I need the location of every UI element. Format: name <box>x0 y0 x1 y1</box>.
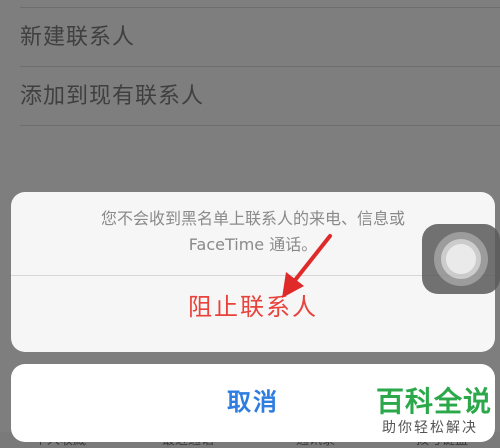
add-to-existing-contact-option[interactable]: 添加到现有联系人 <box>20 68 500 126</box>
new-contact-option[interactable]: 新建联系人 <box>20 9 500 67</box>
annotation-arrow-icon <box>282 234 332 298</box>
divider <box>20 125 500 126</box>
watermark-subtitle: 助你轻松解决 <box>382 420 478 436</box>
divider <box>20 66 500 67</box>
message-line-1: 您不会收到黑名单上联系人的来电、信息或 <box>100 209 405 228</box>
watermark-title: 百科全说 <box>376 385 493 418</box>
phone-screen: 新建联系人 添加到现有联系人 个人收藏 最近通话 通讯录 拨号键盘 您不会收到黑… <box>0 0 500 448</box>
block-contact-button[interactable]: 阻止联系人 <box>11 276 495 352</box>
divider <box>20 7 500 8</box>
assistive-touch-icon[interactable] <box>422 224 500 294</box>
watermark-logo: 百科全说 助你轻松解决 <box>376 386 496 446</box>
